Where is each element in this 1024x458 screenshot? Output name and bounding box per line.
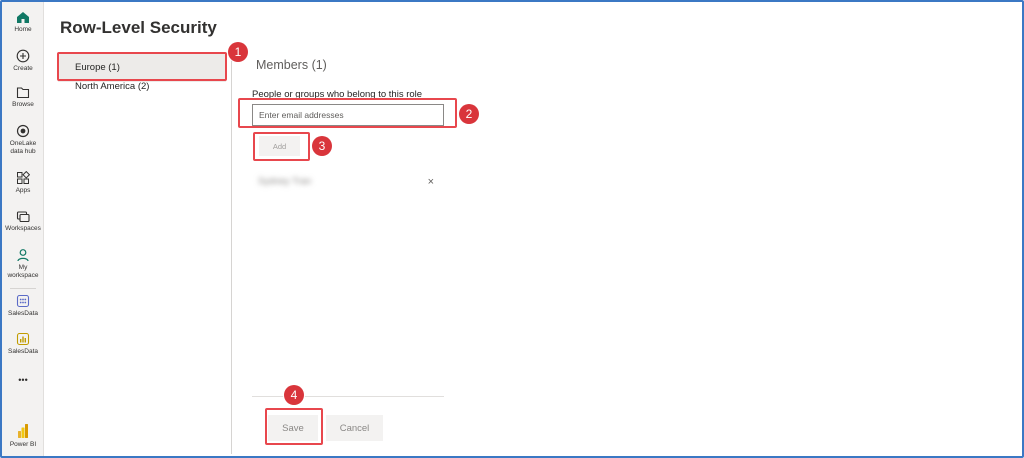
home-icon (17, 12, 29, 23)
onelake-icon (16, 124, 30, 138)
nav-browse-label: Browse (12, 101, 34, 108)
nav-create-label: Create (13, 65, 33, 72)
nav-onelake[interactable]: OneLake data hub (2, 124, 44, 156)
workspaces-icon (16, 211, 30, 223)
cancel-button[interactable]: Cancel (326, 415, 383, 441)
nav-salesdata-1[interactable]: SalesData (2, 294, 44, 318)
nav-salesdata-2-label: SalesData (8, 348, 38, 355)
footer-divider (252, 396, 444, 397)
email-input[interactable] (252, 104, 444, 126)
apps-icon (17, 171, 30, 184)
roles-panel: Europe (1) North America (2) (58, 50, 232, 454)
dataset-icon (16, 294, 30, 308)
nav-home-label: Home (14, 26, 32, 33)
members-title: Members (1) (256, 58, 327, 72)
remove-member-icon[interactable]: × (428, 176, 434, 188)
report-icon (16, 332, 30, 346)
nav-more[interactable]: ••• (2, 374, 44, 385)
more-icon: ••• (18, 375, 28, 385)
nav-my-workspace[interactable]: My workspace (2, 248, 44, 280)
nav-apps[interactable]: Apps (2, 171, 44, 195)
save-button[interactable]: Save (268, 415, 318, 441)
page-title: Row-Level Security (60, 18, 217, 37)
plus-circle-icon (16, 49, 30, 63)
powerbi-logo-icon (18, 424, 28, 438)
add-button[interactable]: Add (259, 136, 300, 156)
left-nav: Home Create Browse OneLake data hub Apps… (2, 2, 44, 456)
nav-onelake-label: OneLake data hub (9, 140, 37, 155)
nav-apps-label: Apps (15, 187, 31, 194)
person-icon (17, 249, 29, 262)
nav-browse[interactable]: Browse (2, 86, 44, 109)
nav-create[interactable]: Create (2, 49, 44, 73)
nav-divider (10, 288, 36, 289)
nav-powerbi[interactable]: Power BI (2, 423, 44, 449)
nav-my-workspace-label: My workspace (7, 264, 39, 279)
nav-workspaces[interactable]: Workspaces (2, 210, 44, 233)
nav-home[interactable]: Home (2, 11, 44, 34)
member-list-item: Sydney Tran × (258, 174, 438, 192)
role-item-north-america[interactable]: North America (2) (58, 73, 226, 101)
nav-powerbi-label: Power BI (9, 441, 37, 448)
members-help-text: People or groups who belong to this role (252, 89, 423, 100)
member-name: Sydney Tran (258, 176, 312, 187)
nav-workspaces-label: Workspaces (5, 225, 41, 232)
nav-salesdata-2[interactable]: SalesData (2, 332, 44, 356)
nav-salesdata-1-label: SalesData (8, 310, 38, 317)
folder-icon (16, 87, 30, 99)
